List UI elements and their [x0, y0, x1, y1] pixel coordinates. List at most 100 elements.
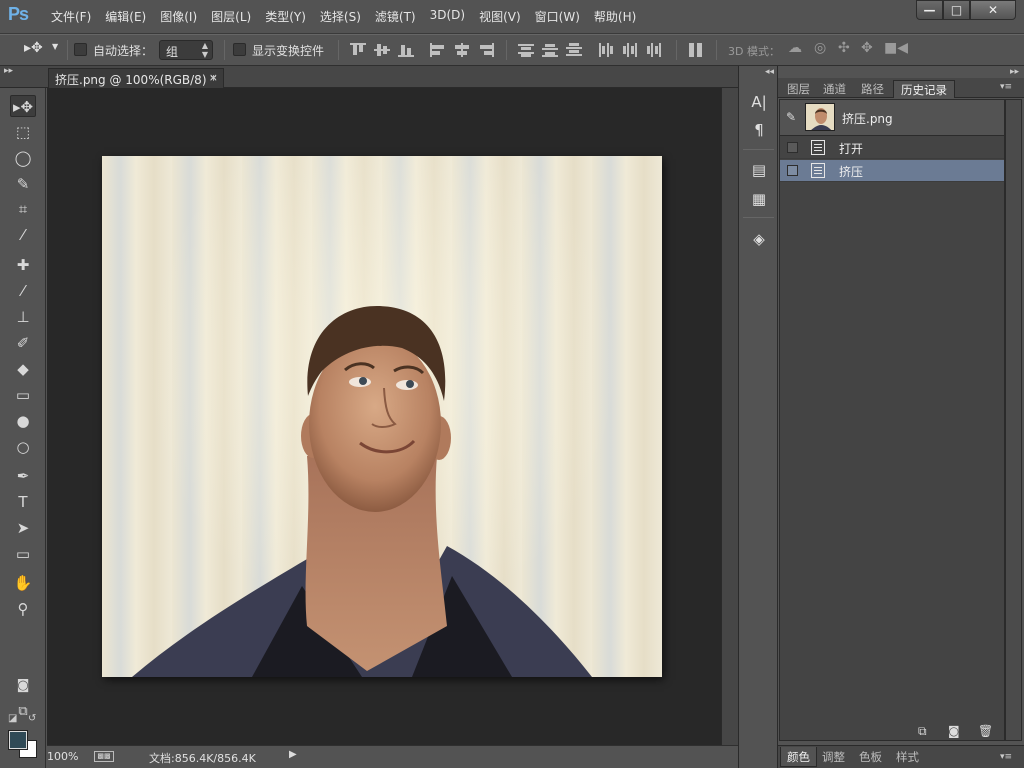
tab-swatches[interactable]: 色板 [853, 747, 888, 767]
shape-tool-icon[interactable]: ▭ [10, 543, 36, 565]
history-state-squeeze[interactable]: 挤压 [780, 160, 1004, 182]
history-brush-tool-icon[interactable]: ✐ [10, 332, 36, 354]
marquee-tool-icon[interactable]: ⬚ [10, 121, 36, 143]
history-snapshot[interactable]: ✎ 挤压.png [780, 100, 1004, 136]
clone-stamp-tool-icon[interactable]: ⊥ [10, 306, 36, 328]
document-image[interactable] [102, 156, 662, 677]
collapse-panels-icon[interactable]: ◂◂ [765, 67, 774, 77]
canvas-vertical-scrollbar[interactable] [721, 88, 738, 745]
document-tab[interactable]: 挤压.png @ 100%(RGB/8) * × [48, 68, 224, 88]
3d-camera-icon[interactable]: ■◀ [884, 40, 908, 56]
dodge-tool-icon[interactable]: ○ [10, 436, 36, 458]
menu-file[interactable]: 文件(F) [44, 8, 98, 25]
history-brush-source-checkbox[interactable] [787, 142, 798, 153]
menu-help[interactable]: 帮助(H) [587, 8, 643, 25]
align-left-icon[interactable] [430, 43, 446, 57]
history-brush-source-checkbox[interactable] [787, 165, 798, 176]
distribute-right-icon[interactable] [646, 43, 662, 57]
blur-tool-icon[interactable]: ● [10, 410, 36, 432]
distribute-top-icon[interactable] [518, 43, 534, 57]
preset-dropdown-icon[interactable]: ▼ [52, 42, 58, 51]
gradient-tool-icon[interactable]: ▭ [10, 384, 36, 406]
tab-color[interactable]: 颜色 [780, 747, 817, 767]
tab-adjustments[interactable]: 调整 [816, 747, 851, 767]
distribute-left-icon[interactable] [598, 43, 614, 57]
paragraph-panel-icon[interactable]: ¶ [750, 121, 768, 139]
auto-select-checkbox[interactable] [74, 43, 87, 56]
close-window-button[interactable]: ✕ [970, 0, 1016, 20]
tab-channels[interactable]: 通道 [816, 80, 853, 98]
zoom-level[interactable]: 100% [47, 750, 87, 763]
menu-window[interactable]: 窗口(W) [528, 8, 587, 25]
menu-image[interactable]: 图像(I) [153, 8, 204, 25]
tab-paths[interactable]: 路径 [854, 80, 891, 98]
status-options-arrow-icon[interactable]: ▶ [289, 749, 297, 760]
panel-menu-icon[interactable]: ▾≡ [1000, 82, 1012, 92]
show-transform-checkbox[interactable] [233, 43, 246, 56]
foreground-color-swatch[interactable] [8, 730, 28, 750]
distribute-vcenter-icon[interactable] [542, 43, 558, 57]
3d-pan-icon[interactable]: ✣ [838, 40, 850, 56]
auto-select-dropdown[interactable]: 组 ▲ ▼ [159, 40, 213, 60]
move-preset-icon[interactable]: ▸✥ [24, 40, 43, 56]
menu-filter[interactable]: 滤镜(T) [368, 8, 423, 25]
distribute-hcenter-icon[interactable] [622, 43, 638, 57]
3d-rotate-icon[interactable]: ☁ [788, 40, 802, 56]
tab-styles[interactable]: 样式 [890, 747, 925, 767]
tab-close-icon[interactable]: × [209, 71, 218, 84]
auto-align-icon[interactable] [688, 43, 704, 57]
character-panel-icon[interactable]: A| [750, 93, 768, 111]
tab-layers[interactable]: 图层 [780, 80, 817, 98]
panel-tabs: 图层 通道 路径 历史记录 ▾≡ [778, 78, 1024, 98]
3d-slide-icon[interactable]: ✥ [861, 40, 873, 56]
status-menu-icon[interactable]: ▩▩ [94, 751, 114, 762]
move-tool-icon[interactable]: ▸✥ [10, 95, 36, 117]
history-brush-source-icon[interactable]: ✎ [786, 110, 796, 124]
delete-state-icon[interactable]: 🗑 [978, 724, 993, 738]
notes-panel-icon[interactable]: ▦ [750, 190, 768, 208]
collapse-dock-icon[interactable]: ▸▸ [1010, 67, 1019, 77]
color-panel-menu-icon[interactable]: ▾≡ [1000, 752, 1012, 762]
eyedropper-tool-icon[interactable]: ⁄ [10, 224, 36, 246]
lasso-tool-icon[interactable]: ◯ [10, 147, 36, 169]
history-actions: ⧉ ◙ 🗑 [778, 723, 1024, 743]
history-scrollbar[interactable] [1005, 99, 1022, 741]
info-panel-icon[interactable]: ▤ [750, 161, 768, 179]
pen-tool-icon[interactable]: ✒ [10, 465, 36, 487]
path-select-tool-icon[interactable]: ➤ [10, 517, 36, 539]
collapse-toolbar-icon[interactable]: ▸▸ [4, 66, 13, 76]
menu-view[interactable]: 视图(V) [472, 8, 528, 25]
align-bottom-icon[interactable] [398, 43, 414, 57]
align-vcenter-icon[interactable] [374, 43, 390, 57]
menu-layer[interactable]: 图层(L) [204, 8, 258, 25]
distribute-bottom-icon[interactable] [566, 43, 582, 57]
eraser-tool-icon[interactable]: ◆ [10, 358, 36, 380]
maximize-button[interactable]: □ [943, 0, 970, 20]
3d-roll-icon[interactable]: ◎ [814, 40, 826, 56]
align-hcenter-icon[interactable] [454, 43, 470, 57]
menu-select[interactable]: 选择(S) [313, 8, 368, 25]
hand-tool-icon[interactable]: ✋ [10, 572, 36, 594]
menu-type[interactable]: 类型(Y) [258, 8, 313, 25]
history-state-open[interactable]: 打开 [780, 137, 1004, 159]
quick-select-tool-icon[interactable]: ✎ [10, 173, 36, 195]
brush-tool-icon[interactable]: ⁄ [10, 280, 36, 302]
options-divider [506, 40, 507, 60]
menu-edit[interactable]: 编辑(E) [98, 8, 153, 25]
new-snapshot-icon[interactable]: ◙ [948, 724, 960, 738]
quick-mask-icon[interactable]: ◙ [10, 675, 36, 697]
align-right-icon[interactable] [478, 43, 494, 57]
color-panel-tabs: 颜色 调整 色板 样式 ▾≡ [778, 745, 1024, 768]
crop-tool-icon[interactable]: ⌗ [10, 198, 36, 220]
healing-brush-tool-icon[interactable]: ✚ [10, 254, 36, 276]
new-document-from-state-icon[interactable]: ⧉ [918, 724, 927, 739]
zoom-tool-icon[interactable]: ⚲ [10, 598, 36, 620]
screen-mode-icon[interactable]: ⧉ [10, 701, 36, 723]
tab-history[interactable]: 历史记录 [893, 80, 955, 98]
align-top-icon[interactable] [350, 43, 366, 57]
3d-panel-icon[interactable]: ◈ [750, 230, 768, 248]
menu-3d[interactable]: 3D(D) [423, 8, 472, 25]
minimize-button[interactable]: — [916, 0, 943, 20]
type-tool-icon[interactable]: T [10, 491, 36, 513]
canvas-area[interactable] [47, 88, 721, 745]
